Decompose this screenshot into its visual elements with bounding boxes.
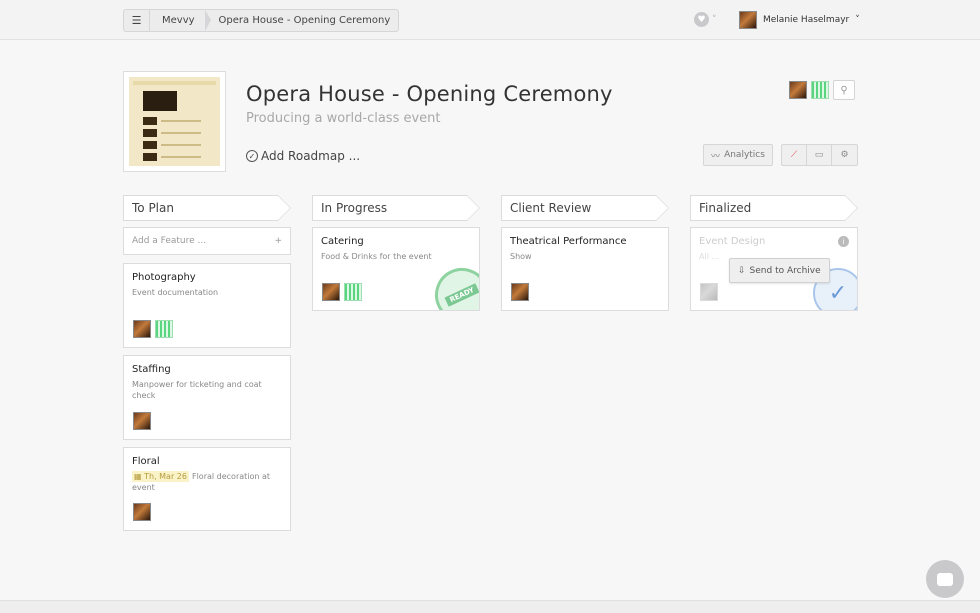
- info-icon[interactable]: i: [838, 236, 849, 247]
- card-title: Staffing: [132, 364, 171, 375]
- card-title: Photography: [132, 272, 196, 283]
- card-catering[interactable]: Catering Food & Drinks for the event REA…: [312, 227, 480, 311]
- gear-icon[interactable]: ⚙: [832, 145, 857, 165]
- chevron-down-icon: ˅: [712, 14, 717, 25]
- chart-line-icon: 〰: [711, 151, 721, 162]
- project-thumbnail[interactable]: [123, 71, 226, 172]
- card-theatrical-performance[interactable]: Theatrical Performance Show: [501, 227, 669, 311]
- page-title: Opera House - Opening Ceremony: [246, 82, 613, 106]
- avatar: [133, 412, 151, 430]
- column-finalized: Finalized: [690, 195, 858, 221]
- avatar: [739, 11, 757, 29]
- card-description: Manpower for ticketing and coat check: [132, 380, 262, 400]
- column-in-progress: In Progress: [312, 195, 480, 221]
- check-circle-icon: ✓: [246, 150, 258, 162]
- avatar: [322, 283, 340, 301]
- breadcrumb: ☰ Mevvy Opera House - Opening Ceremony: [123, 9, 400, 32]
- add-roadmap-link[interactable]: ✓ Add Roadmap ...: [246, 149, 360, 163]
- archive-icon: ⇩: [738, 265, 746, 276]
- breadcrumb-item-mevvy[interactable]: Mevvy: [150, 10, 211, 31]
- avatar: [155, 320, 173, 338]
- page-subtitle: Producing a world-class event: [246, 111, 441, 126]
- user-menu[interactable]: Melanie Haselmayr ˅: [739, 11, 860, 29]
- favorites-menu[interactable]: ♥ ˅: [694, 12, 717, 27]
- add-roadmap-label: Add Roadmap ...: [261, 149, 361, 163]
- avatar: [133, 320, 151, 338]
- chevron-down-icon: ˅: [855, 15, 860, 25]
- card-floral[interactable]: Floral ▦ Th, Mar 26 Floral decoration at …: [123, 447, 291, 531]
- analytics-button[interactable]: 〰 Analytics: [703, 144, 773, 166]
- plus-icon[interactable]: +: [274, 236, 282, 246]
- inbox-icon[interactable]: ▭: [807, 145, 832, 165]
- avatar: [511, 283, 529, 301]
- add-feature-placeholder: Add a Feature ...: [132, 236, 207, 246]
- project-tools: ⟋ ▭ ⚙: [781, 144, 858, 166]
- card-title: Event Design: [699, 236, 766, 247]
- ready-stamp: READY: [426, 259, 479, 310]
- chat-bubble-icon: [937, 572, 953, 586]
- avatar: [133, 503, 151, 521]
- due-date-badge: ▦ Th, Mar 26: [132, 471, 189, 482]
- hamburger-icon[interactable]: ☰: [124, 10, 150, 31]
- chat-button[interactable]: [926, 560, 964, 598]
- trend-icon[interactable]: ⟋: [782, 145, 807, 165]
- breadcrumb-item-project[interactable]: Opera House - Opening Ceremony: [205, 10, 399, 31]
- card-photography[interactable]: Photography Event documentation: [123, 263, 291, 348]
- avatar[interactable]: [789, 81, 807, 99]
- analytics-label: Analytics: [724, 150, 765, 160]
- card-staffing[interactable]: Staffing Manpower for ticketing and coat…: [123, 355, 291, 440]
- column-to-plan: To Plan: [123, 195, 291, 221]
- card-title: Catering: [321, 236, 364, 247]
- avatar: [344, 283, 362, 301]
- avatar: [700, 283, 718, 301]
- send-to-archive-button[interactable]: ⇩ Send to Archive: [729, 258, 830, 283]
- top-bar: ☰ Mevvy Opera House - Opening Ceremony ♥…: [0, 0, 980, 40]
- card-description: Show: [510, 252, 532, 261]
- card-description: Event documentation: [132, 288, 219, 297]
- user-name: Melanie Haselmayr: [763, 15, 850, 25]
- column-client-review: Client Review: [501, 195, 669, 221]
- card-title: Floral: [132, 456, 160, 467]
- add-feature-input[interactable]: Add a Feature ... +: [123, 227, 291, 255]
- card-title: Theatrical Performance: [510, 236, 627, 247]
- footer-bar: [0, 600, 980, 613]
- project-members: ⚲: [789, 80, 855, 100]
- heart-icon: ♥: [694, 12, 709, 27]
- card-description: Food & Drinks for the event: [321, 252, 432, 261]
- avatar[interactable]: [811, 81, 829, 99]
- send-to-archive-label: Send to Archive: [749, 265, 821, 276]
- add-member-icon[interactable]: ⚲: [833, 80, 855, 100]
